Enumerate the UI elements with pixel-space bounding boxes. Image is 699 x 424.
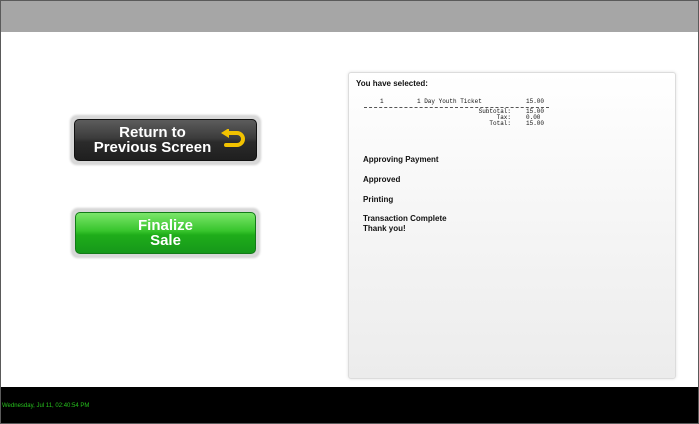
- footer-bar: Wednesday, Jul 11, 02:40:54 PM: [1, 387, 698, 423]
- return-label-line2: Previous Screen: [93, 139, 212, 156]
- status-complete: Transaction Complete: [363, 214, 447, 223]
- finalize-label-line1: Finalize: [137, 217, 193, 234]
- receipt-title: You have selected:: [356, 79, 428, 88]
- status-approved: Approved: [363, 175, 401, 184]
- status-printing: Printing: [363, 195, 394, 204]
- receipt-separator: [364, 107, 549, 108]
- return-button-label: Return to Previous Screen: [94, 125, 212, 155]
- receipt-panel: You have selected: 1 1 Day Youth Ticket …: [348, 72, 676, 379]
- total-label: Total:: [489, 120, 511, 127]
- return-to-previous-screen-button[interactable]: Return to Previous Screen: [74, 119, 257, 161]
- return-arrow-icon: [221, 129, 245, 147]
- finalize-label-line2: Sale: [150, 232, 181, 249]
- clock-datetime: Wednesday, Jul 11, 02:40:54 PM: [2, 403, 90, 409]
- receipt-item-row: 1 1 Day Youth Ticket 15.00: [364, 99, 549, 105]
- item-amount: 15.00: [526, 98, 545, 105]
- item-description: 1 Day Youth Ticket: [417, 98, 482, 105]
- return-button-frame: Return to Previous Screen: [71, 116, 260, 164]
- status-approving: Approving Payment: [363, 155, 439, 164]
- receipt-lines: 1 1 Day Youth Ticket 15.00 Subtotal: 15.…: [364, 99, 549, 127]
- total-value: 15.00: [526, 120, 545, 127]
- finalize-button-label: Finalize Sale: [138, 218, 193, 248]
- item-qty: 1: [380, 98, 384, 105]
- top-bar: [1, 1, 698, 32]
- status-thanks: Thank you!: [363, 224, 406, 233]
- main-content: Return to Previous Screen Finalize Sale …: [1, 32, 698, 387]
- total-row: Total: 15.00: [364, 121, 549, 127]
- finalize-button-frame: Finalize Sale: [72, 209, 259, 257]
- kiosk-window: Return to Previous Screen Finalize Sale …: [0, 0, 699, 424]
- finalize-sale-button[interactable]: Finalize Sale: [75, 212, 256, 254]
- return-label-line1: Return to: [119, 124, 186, 141]
